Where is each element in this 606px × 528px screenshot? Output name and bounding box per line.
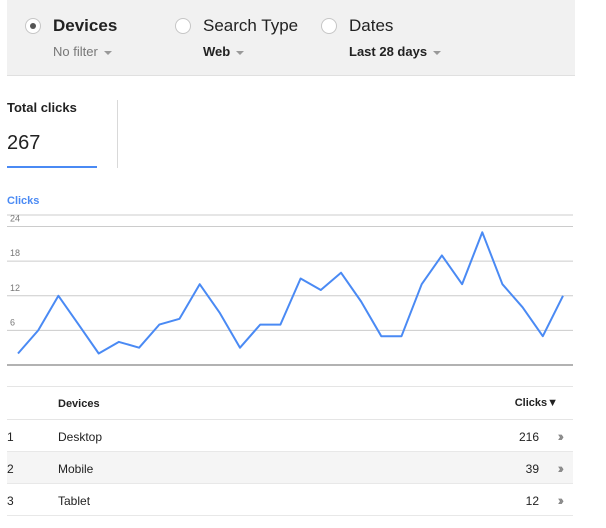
filter-dates[interactable]: Dates Last 28 days — [321, 14, 481, 66]
filter-search-type-label: Search Type — [203, 16, 299, 35]
metric-divider — [117, 100, 118, 168]
row-clicks-value: 12 — [525, 494, 539, 508]
row-device-name: Desktop — [58, 430, 103, 444]
row-index: 2 — [7, 462, 14, 476]
filter-dates-label: Dates — [349, 16, 394, 35]
y-tick-label: 6 — [10, 317, 15, 327]
row-clicks-value: 216 — [518, 430, 539, 444]
devices-table: Devices Clicks▼ 1 Desktop 216 ›› 2 Mobil… — [7, 386, 573, 516]
double-chevron-right-icon[interactable]: ›› — [558, 492, 565, 508]
double-chevron-right-icon[interactable]: ›› — [558, 460, 565, 476]
filter-bar: Devices No filter Search Type Web Dates … — [7, 0, 575, 76]
metric-selected-indicator — [7, 166, 97, 168]
row-device-name: Mobile — [58, 462, 94, 476]
table-row[interactable]: 2 Mobile 39 ›› — [7, 452, 573, 484]
clicks-series-line[interactable] — [17, 231, 564, 355]
radio-search-type[interactable] — [175, 18, 191, 34]
y-tick-label: 12 — [10, 283, 20, 293]
radio-dates[interactable] — [321, 18, 337, 34]
double-chevron-right-icon[interactable]: ›› — [558, 428, 565, 444]
table-row[interactable]: 1 Desktop 216 ›› — [7, 420, 573, 452]
filter-search-type-dropdown[interactable]: Web — [203, 44, 245, 59]
filter-search-type[interactable]: Search Type Web — [175, 14, 315, 66]
clicks-line-chart[interactable]: 6 12 18 24 — [0, 205, 580, 373]
metric-label: Total clicks — [7, 100, 77, 115]
table-header: Devices Clicks▼ — [7, 386, 573, 420]
row-index: 1 — [7, 430, 14, 444]
radio-devices[interactable] — [25, 18, 41, 34]
chevron-down-icon — [433, 50, 442, 55]
metric-total-clicks[interactable]: Total clicks 267 — [7, 98, 117, 170]
filter-devices-dropdown[interactable]: No filter — [53, 44, 112, 59]
filter-dates-dropdown[interactable]: Last 28 days — [349, 44, 442, 59]
filter-devices[interactable]: Devices No filter — [25, 14, 175, 66]
chevron-down-icon — [103, 50, 112, 55]
table-row[interactable]: 3 Tablet 12 ›› — [7, 484, 573, 516]
row-clicks-value: 39 — [525, 462, 539, 476]
chevron-down-icon — [236, 50, 245, 55]
header-devices[interactable]: Devices — [58, 398, 100, 410]
row-device-name: Tablet — [58, 494, 91, 508]
header-clicks-sort[interactable]: Clicks▼ — [515, 397, 558, 409]
y-tick-label: 24 — [10, 214, 20, 224]
y-tick-label: 18 — [10, 248, 20, 258]
metric-value: 267 — [7, 132, 41, 154]
filter-devices-label: Devices — [53, 16, 118, 35]
row-index: 3 — [7, 494, 14, 508]
